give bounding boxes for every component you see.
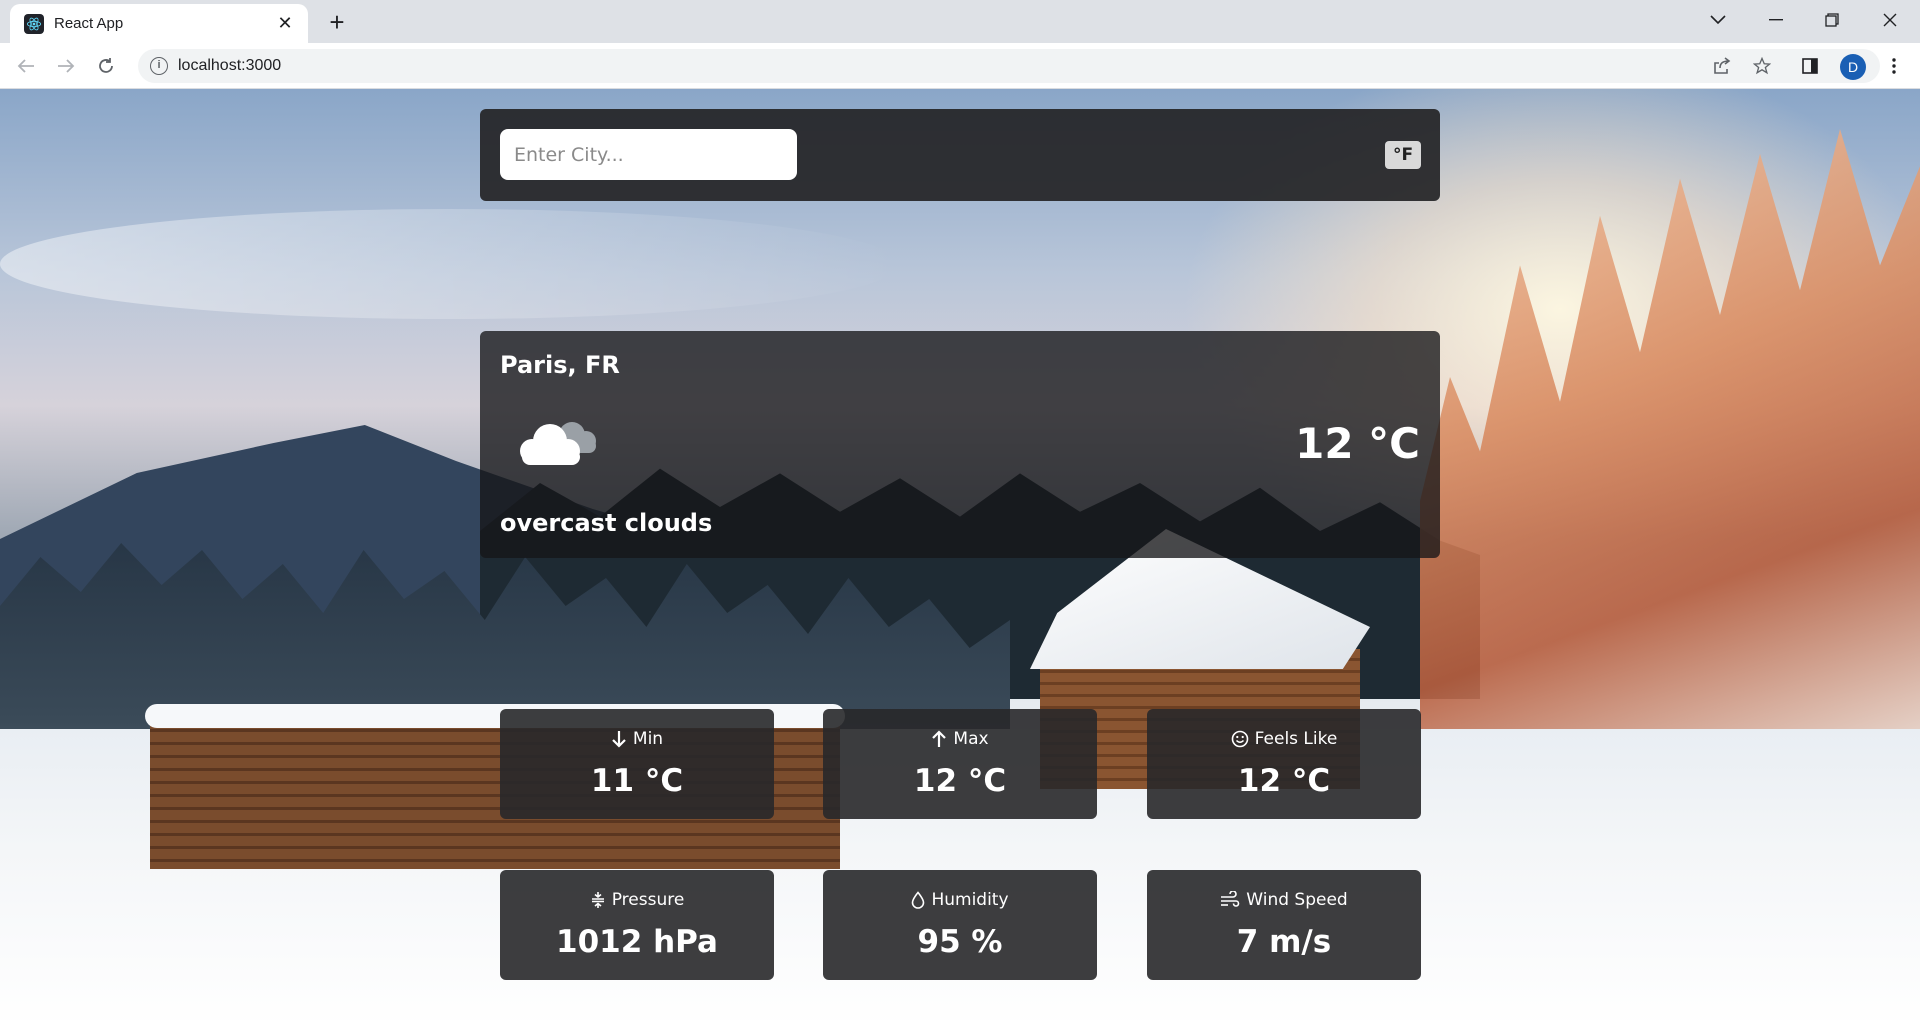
clouds (0, 209, 900, 319)
stat-label: Min (632, 729, 664, 749)
address-url: localhost:3000 (178, 57, 282, 74)
back-arrow-icon[interactable] (10, 50, 42, 82)
weather-description: overcast clouds (500, 509, 713, 537)
reload-icon[interactable] (90, 50, 122, 82)
side-panel-icon[interactable] (1794, 50, 1826, 82)
compress-icon (590, 891, 606, 909)
page-viewport: °F Paris, FR 12 °C overcast clouds (0, 89, 1920, 1020)
wind-icon (1220, 891, 1240, 909)
stat-humidity: Humidity 95 % (823, 870, 1097, 980)
tab-title: React App (54, 15, 124, 32)
address-bar[interactable]: i localhost:3000 (138, 49, 1880, 83)
tab-close-icon[interactable]: ✕ (274, 13, 296, 34)
close-window-icon[interactable] (1862, 0, 1918, 40)
restore-icon[interactable] (1804, 0, 1860, 40)
browser-tab[interactable]: React App ✕ (10, 4, 308, 43)
profile-avatar[interactable]: D (1840, 54, 1866, 80)
location-title: Paris, FR (500, 351, 620, 379)
current-weather-card: Paris, FR 12 °C overcast clouds (480, 331, 1440, 558)
stat-label: Pressure (611, 890, 685, 910)
site-info-icon[interactable]: i (150, 57, 168, 75)
stat-max: Max 12 °C (823, 709, 1097, 819)
browser-tab-strip: React App ✕ + (0, 0, 1920, 43)
stat-value: 7 m/s (1236, 924, 1332, 960)
arrow-up-icon (931, 730, 947, 748)
forward-arrow-icon[interactable] (50, 50, 82, 82)
stat-feels-like: Feels Like 12 °C (1147, 709, 1421, 819)
search-panel: °F (480, 109, 1440, 201)
stat-value: 95 % (917, 924, 1003, 960)
tab-search-chevron-icon[interactable] (1690, 0, 1746, 40)
smile-icon (1231, 730, 1249, 748)
minimize-icon[interactable] (1748, 0, 1804, 40)
more-menu-icon[interactable] (1878, 50, 1910, 82)
stat-value: 1012 hPa (556, 924, 718, 960)
stat-value: 12 °C (1237, 763, 1331, 799)
stat-label: Feels Like (1254, 729, 1338, 749)
share-icon[interactable] (1706, 50, 1738, 82)
stat-label: Humidity (931, 890, 1009, 910)
unit-toggle-button[interactable]: °F (1385, 141, 1421, 169)
arrow-down-icon (611, 730, 627, 748)
stat-pressure: Pressure 1012 hPa (500, 870, 774, 980)
droplet-icon (911, 891, 925, 909)
current-temperature: 12 °C (1295, 419, 1420, 468)
stat-label: Max (953, 729, 989, 749)
new-tab-button[interactable]: + (322, 8, 352, 38)
stat-value: 12 °C (913, 763, 1007, 799)
stat-label: Wind Speed (1246, 890, 1348, 910)
react-logo-icon (24, 13, 44, 34)
stat-value: 11 °C (590, 763, 684, 799)
city-search-input[interactable] (500, 129, 797, 180)
browser-toolbar: i localhost:3000 D (0, 43, 1920, 89)
stat-wind-speed: Wind Speed 7 m/s (1147, 870, 1421, 980)
overcast-clouds-icon (510, 411, 602, 475)
stat-min: Min 11 °C (500, 709, 774, 819)
bookmark-star-icon[interactable] (1746, 50, 1778, 82)
